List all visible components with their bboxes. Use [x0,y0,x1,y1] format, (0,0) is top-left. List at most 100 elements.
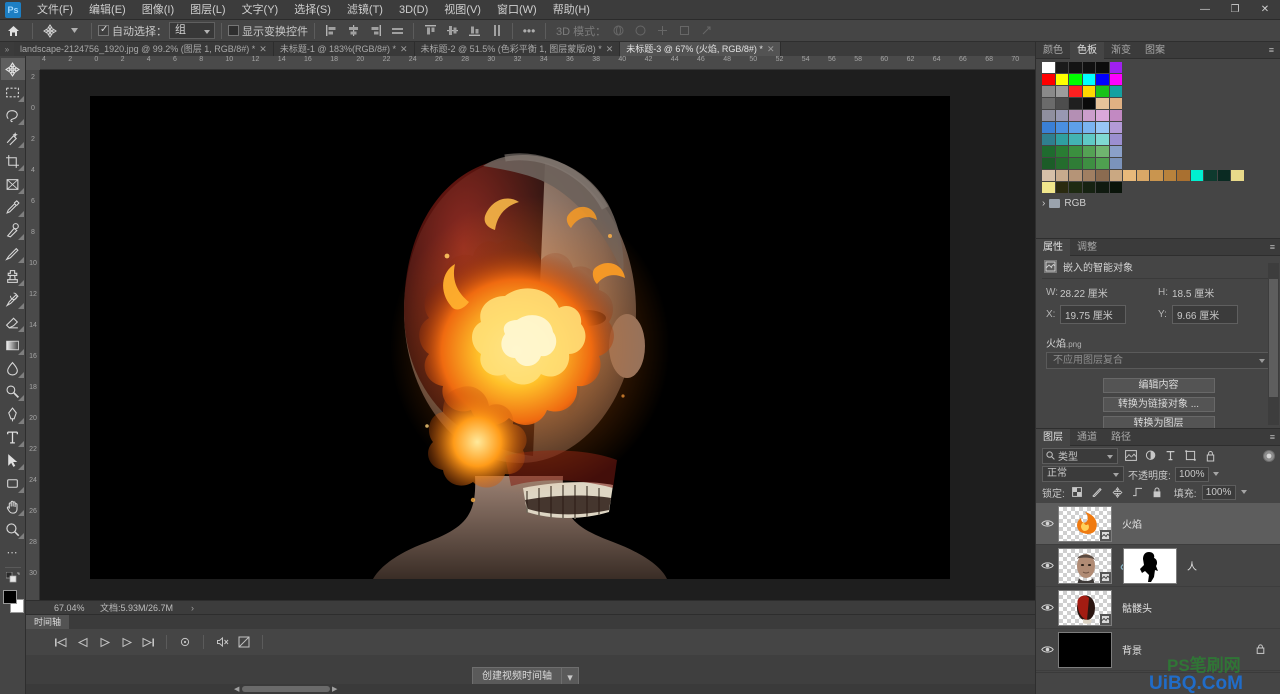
menu-3d[interactable]: 3D(D) [391,0,436,20]
swatch-cell[interactable] [1096,170,1109,181]
go-to-first-frame-icon[interactable] [52,634,68,650]
swatch-cell[interactable] [1150,170,1163,181]
swatch-cell[interactable] [1082,110,1095,121]
swatch-cell[interactable] [1109,182,1122,193]
swatch-cell[interactable] [1055,158,1068,169]
swatch-group-rgb[interactable]: › RGB [1036,194,1280,209]
eyedropper-tool[interactable] [1,196,25,218]
height-value[interactable]: 18.5 厘米 [1172,285,1238,300]
next-frame-icon[interactable] [118,634,134,650]
swatch-cell[interactable] [1069,74,1082,85]
swatch-cell[interactable] [1055,146,1068,157]
go-to-last-frame-icon[interactable] [140,634,156,650]
menu-layer[interactable]: 图层(L) [182,0,233,20]
tab-swatches[interactable]: 色板 [1070,41,1104,59]
menu-edit[interactable]: 编辑(E) [81,0,134,20]
swatch-cell[interactable] [1109,110,1122,121]
tab-color[interactable]: 颜色 [1036,42,1070,59]
quick-selection-tool[interactable] [1,127,25,149]
swatch-cell[interactable] [1109,62,1122,73]
layer-thumbnail[interactable] [1058,589,1112,626]
lock-transparent-icon[interactable] [1070,485,1085,500]
auto-select-checkbox[interactable] [98,24,109,36]
pen-tool[interactable] [1,403,25,425]
filter-enable-toggle[interactable] [1263,449,1275,462]
loop-icon[interactable] [177,634,193,650]
layer-row-person[interactable]: 🔗 人 [1036,545,1280,587]
swatch-cell[interactable] [1217,170,1230,181]
zoom-level[interactable]: 67.04% [26,603,88,613]
close-icon[interactable]: ✕ [767,42,775,56]
document-window[interactable] [40,70,1035,600]
swatch-cell[interactable] [1163,170,1176,181]
layer-row-skull[interactable]: 骷髅头 [1036,587,1280,629]
document-tab-1[interactable]: landscape-2124756_1920.jpg @ 99.2% (图层 1… [14,42,274,56]
swatch-cell[interactable] [1204,170,1217,181]
menu-filter[interactable]: 滤镜(T) [339,0,391,20]
layer-visibility-toggle[interactable] [1036,645,1058,654]
swatch-cell[interactable] [1042,86,1055,97]
frame-tool[interactable] [1,173,25,195]
swatch-cell[interactable] [1096,158,1109,169]
show-transform-controls-option[interactable]: 显示变换控件 [228,23,308,39]
swatch-cell[interactable] [1069,170,1082,181]
history-brush-tool[interactable] [1,288,25,310]
swatch-cell[interactable] [1109,170,1122,181]
swatch-cell[interactable] [1069,98,1082,109]
close-icon[interactable]: ✕ [606,42,614,56]
layer-name[interactable]: 人 [1177,558,1197,573]
panel-menu-icon[interactable]: ≡ [1270,242,1280,252]
y-value[interactable]: 9.66 厘米 [1172,305,1238,324]
swatch-cell[interactable] [1055,62,1068,73]
blend-mode-dropdown[interactable]: 正常 [1042,466,1124,482]
vertical-ruler[interactable]: 2 0 2 4 6 8 10 12 14 16 18 20 22 24 26 28 30 [26,70,40,600]
swatch-cell[interactable] [1082,98,1095,109]
tab-timeline[interactable]: 时间轴 [26,615,70,629]
close-button[interactable]: ✕ [1250,0,1280,20]
swatch-cell[interactable] [1082,182,1095,193]
chevron-down-icon[interactable] [1240,490,1247,494]
scroll-right-icon[interactable]: ▶ [332,685,337,693]
opacity-value[interactable]: 100% [1174,466,1209,482]
height-field-group[interactable]: H: 18.5 厘米 [1158,285,1270,300]
layer-name[interactable]: 火焰 [1112,516,1142,531]
move-tool-icon[interactable] [39,21,61,41]
swatch-cell[interactable] [1177,170,1190,181]
distribute-v-icon[interactable] [486,22,506,40]
lock-position-icon[interactable] [1110,485,1125,500]
swatch-cell[interactable] [1096,74,1109,85]
rectangular-marquee-tool[interactable] [1,81,25,103]
layer-visibility-toggle[interactable] [1036,519,1058,528]
swatch-cell[interactable] [1042,182,1055,193]
distribute-h-icon[interactable] [387,22,407,40]
auto-select-option[interactable]: 自动选择： [98,23,167,39]
swatch-cell[interactable] [1109,158,1122,169]
layer-thumbnail[interactable] [1058,631,1112,668]
render-icon[interactable] [236,634,252,650]
swatch-cell[interactable] [1069,62,1082,73]
layer-visibility-toggle[interactable] [1036,603,1058,612]
x-value[interactable]: 19.75 厘米 [1060,305,1126,324]
filter-adjustment-icon[interactable] [1143,448,1158,463]
swatch-cell[interactable] [1082,170,1095,181]
align-middle-v-icon[interactable] [442,22,462,40]
swatch-cell[interactable] [1055,134,1068,145]
scrollbar-thumb[interactable] [1269,279,1278,397]
swatch-cell[interactable] [1055,182,1068,193]
menu-window[interactable]: 窗口(W) [489,0,545,20]
lasso-tool[interactable] [1,104,25,126]
swatch-cell[interactable] [1055,98,1068,109]
swatch-cell[interactable] [1096,182,1109,193]
timeline-scrollbar[interactable]: ◀ ▶ [26,684,1035,694]
width-value[interactable]: 28.22 厘米 [1060,285,1126,300]
swatch-cell[interactable] [1231,170,1244,181]
layer-comp-dropdown[interactable]: 不应用图层复合 [1046,352,1271,369]
swatch-cell[interactable] [1082,86,1095,97]
x-field-group[interactable]: X: 19.75 厘米 [1046,305,1158,324]
swatch-cell[interactable] [1096,134,1109,145]
gradient-tool[interactable] [1,334,25,356]
swatch-cell[interactable] [1096,62,1109,73]
swatch-cell[interactable] [1042,122,1055,133]
align-center-h-icon[interactable] [343,22,363,40]
swatch-cell[interactable] [1042,134,1055,145]
